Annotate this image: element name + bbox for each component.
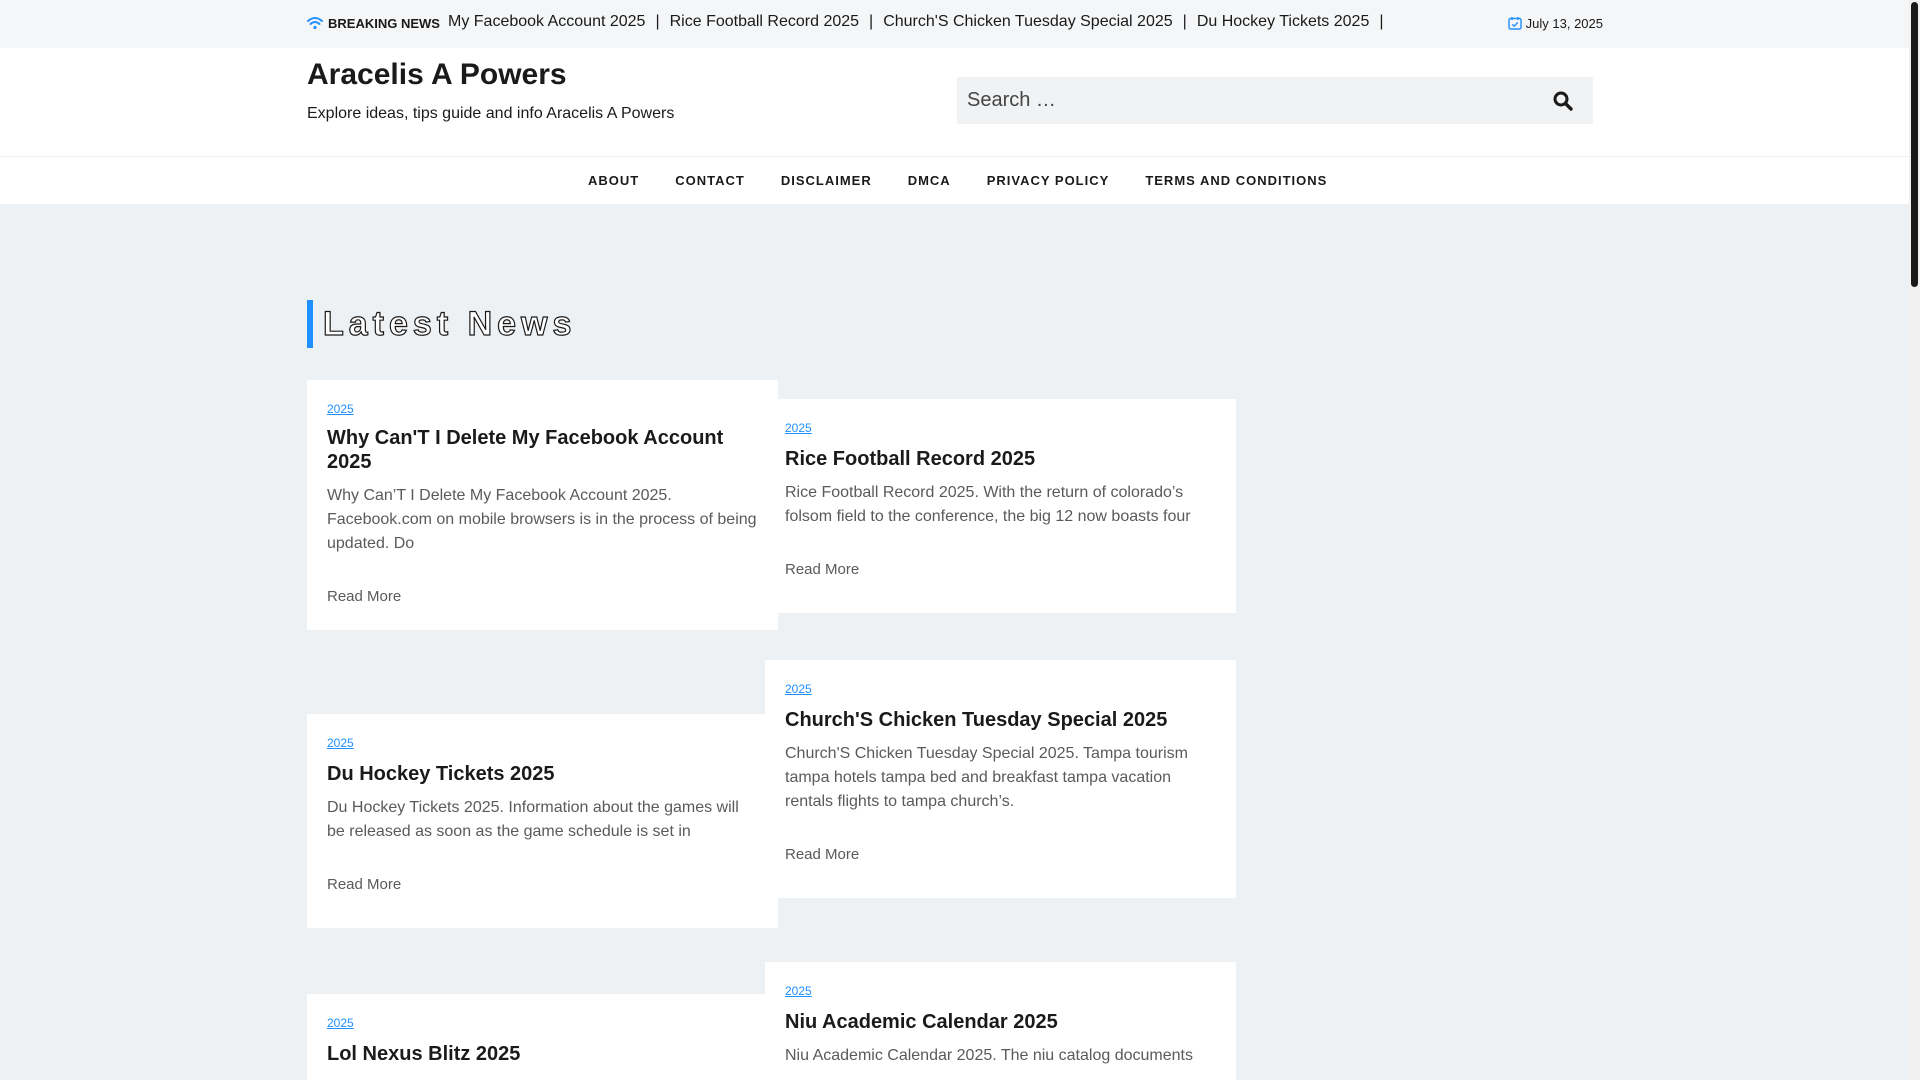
post-title[interactable]: Niu Academic Calendar 2025: [785, 1010, 1216, 1034]
breaking-news-bar: BREAKING NEWS My Facebook Account 2025 | R…: [0, 0, 1909, 48]
post-category[interactable]: 2025: [327, 736, 354, 750]
search-form: [957, 77, 1593, 124]
main-content: Latest News 2025 Why Can'T I Delete My F…: [0, 204, 1909, 1080]
post-excerpt: Niu Academic Calendar 2025. The niu cata…: [785, 1047, 1193, 1064]
post-category[interactable]: 2025: [785, 421, 812, 435]
main-navigation: ABOUT CONTACT DISCLAIMER DMCA PRIVACY PO…: [0, 156, 1909, 204]
breaking-news-inner: BREAKING NEWS My Facebook Account 2025 | R…: [307, 0, 1603, 48]
post-card: 2025 Church'S Chicken Tuesday Special 20…: [765, 660, 1236, 898]
post-card: 2025 Rice Football Record 2025 Rice Foot…: [765, 399, 1236, 613]
nav-item-terms[interactable]: TERMS AND CONDITIONS: [1127, 157, 1345, 205]
post-excerpt: Church'S Chicken Tuesday Special 2025. T…: [785, 745, 1188, 810]
post-title[interactable]: Lol Nexus Blitz 2025: [327, 1042, 758, 1066]
ticker-separator: |: [869, 13, 874, 30]
section-title: Latest News: [307, 300, 576, 348]
site-title[interactable]: Aracelis A Powers: [307, 58, 567, 92]
post-category[interactable]: 2025: [327, 402, 354, 416]
ticker-item[interactable]: My Facebook Account 2025: [448, 13, 645, 31]
post-card: 2025 Du Hockey Tickets 2025 Du Hockey Ti…: [307, 714, 778, 928]
post-category[interactable]: 2025: [327, 1016, 354, 1030]
post-title[interactable]: Why Can'T I Delete My Facebook Account 2…: [327, 426, 758, 474]
post-excerpt: Why Can’T I Delete My Facebook Account 2…: [327, 487, 757, 552]
search-button[interactable]: [1551, 89, 1575, 113]
post-category[interactable]: 2025: [785, 984, 812, 998]
page-scrollbar[interactable]: [1909, 0, 1920, 1080]
ticker-separator: |: [1379, 13, 1384, 30]
section-title-text: Latest News: [322, 304, 577, 343]
post-category[interactable]: 2025: [785, 682, 812, 696]
site-header: Aracelis A Powers Explore ideas, tips gu…: [0, 48, 1909, 204]
news-ticker: My Facebook Account 2025 | Rice Football R…: [448, 13, 1389, 35]
date-text: July 13, 2025: [1525, 15, 1603, 31]
ticker-item[interactable]: Du Hockey Tickets 2025: [1197, 13, 1370, 31]
ticker-separator: |: [655, 13, 660, 30]
post-title[interactable]: Church'S Chicken Tuesday Special 2025: [785, 708, 1216, 732]
ticker-item[interactable]: Rice Football Record 2025: [670, 13, 859, 31]
nav-item-about[interactable]: ABOUT: [570, 157, 657, 205]
nav-item-dmca[interactable]: DMCA: [890, 157, 969, 205]
nav-item-disclaimer[interactable]: DISCLAIMER: [763, 157, 890, 205]
post-excerpt: Rice Football Record 2025. With the retu…: [785, 484, 1191, 525]
ticker-separator: |: [1182, 13, 1187, 30]
read-more-link[interactable]: Read More: [785, 846, 859, 863]
calendar-check-icon: [1507, 17, 1522, 30]
ticker-item[interactable]: Church'S Chicken Tuesday Special 2025: [883, 13, 1172, 31]
read-more-link[interactable]: Read More: [785, 561, 859, 578]
search-input[interactable]: [957, 77, 1527, 124]
breaking-news-label: BREAKING NEWS: [328, 16, 440, 31]
post-card: 2025 Niu Academic Calendar 2025 Niu Acad…: [765, 962, 1236, 1080]
site-tagline: Explore ideas, tips guide and info Arace…: [307, 105, 675, 122]
post-card: 2025 Lol Nexus Blitz 2025: [307, 994, 778, 1080]
search-icon: [1553, 91, 1573, 111]
nav-item-privacy-policy[interactable]: PRIVACY POLICY: [969, 157, 1128, 205]
read-more-link[interactable]: Read More: [327, 588, 401, 605]
post-excerpt: Du Hockey Tickets 2025. Information abou…: [327, 799, 739, 840]
nav-menu: ABOUT CONTACT DISCLAIMER DMCA PRIVACY PO…: [570, 157, 1345, 205]
read-more-link[interactable]: Read More: [327, 876, 401, 893]
scrollbar-thumb[interactable]: [1911, 2, 1918, 287]
page: BREAKING NEWS My Facebook Account 2025 | R…: [0, 0, 1909, 1080]
wifi-icon: [307, 17, 323, 30]
post-card: 2025 Why Can'T I Delete My Facebook Acco…: [307, 380, 778, 630]
post-title[interactable]: Du Hockey Tickets 2025: [327, 762, 758, 786]
current-date: July 13, 2025: [1507, 13, 1603, 33]
nav-item-contact[interactable]: CONTACT: [657, 157, 763, 205]
post-title[interactable]: Rice Football Record 2025: [785, 447, 1216, 471]
